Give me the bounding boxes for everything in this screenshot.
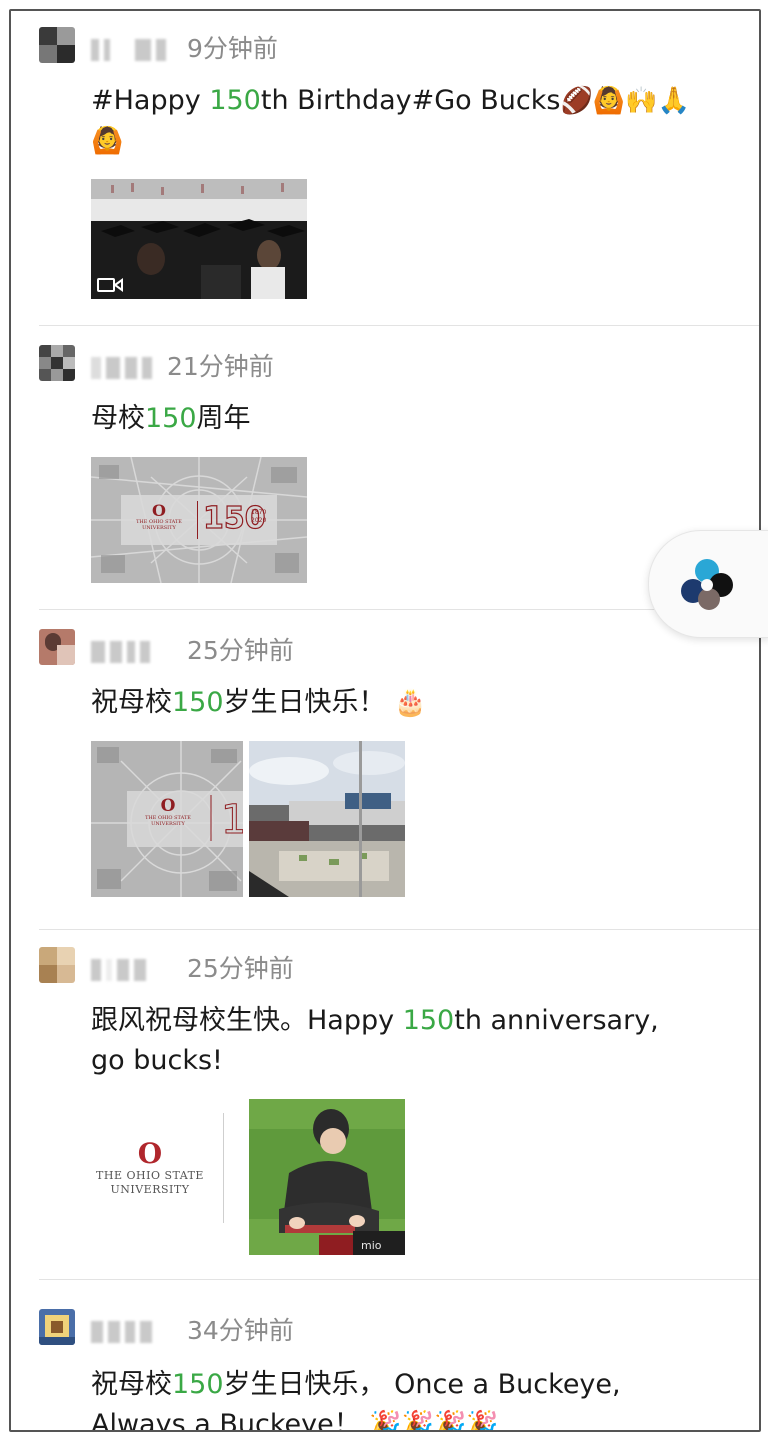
avatar[interactable]	[39, 1309, 75, 1345]
moments-feed: 9分钟前 #Happy 150th Birthday#Go Bucks🏈🙆🙌🙏 …	[9, 9, 761, 1432]
divider	[39, 929, 759, 930]
username-blurred[interactable]	[91, 637, 150, 667]
anniversary-image[interactable]: O THE OHIO STATE UNIVERSITY 150 1870 2020	[91, 457, 307, 583]
floating-assistant-icon	[681, 559, 733, 610]
svg-text:1: 1	[221, 797, 243, 843]
username-blurred[interactable]	[91, 955, 146, 985]
post-time: 9分钟前	[187, 34, 278, 63]
post-time: 21分钟前	[167, 352, 274, 381]
logo-divider	[197, 501, 198, 539]
feed-post: 34分钟前 祝母校150岁生日快乐， Once a Buckeye, Alway…	[11, 1309, 759, 1432]
party-popper-emojis: 🎉🎉🎉🎉	[369, 1410, 499, 1432]
video-camera-icon	[97, 278, 123, 292]
logo-divider	[223, 1113, 224, 1223]
divider	[39, 325, 759, 326]
username-blurred[interactable]	[91, 353, 152, 383]
feed-post: 25分钟前 跟风祝母校生快。Happy 150th anniversary, g…	[11, 947, 759, 1280]
osu-logo: O THE OHIO STATE UNIVERSITY	[96, 1137, 204, 1197]
emoji-sequence: 🏈🙆🙌🙏	[560, 86, 690, 116]
osu-logo: O THE OHIO STATE UNIVERSITY	[145, 796, 191, 827]
post-time: 25分钟前	[187, 954, 294, 983]
anniversary-years: 1870 2020	[251, 509, 267, 524]
anniversary-image[interactable]: 1 O THE OHIO STATE UNIVERSITY	[91, 741, 243, 897]
avatar[interactable]	[39, 629, 75, 665]
post-text: 母校150周年	[91, 403, 251, 434]
video-thumbnail[interactable]	[91, 179, 307, 299]
feed-post: 9分钟前 #Happy 150th Birthday#Go Bucks🏈🙆🙌🙏 …	[11, 27, 759, 327]
osu-logo-image[interactable]: O THE OHIO STATE UNIVERSITY	[91, 1099, 243, 1255]
post-time: 34分钟前	[187, 1316, 294, 1345]
post-time: 25分钟前	[187, 636, 294, 665]
feed-post: 21分钟前 母校150周年 O THE OHIO STATE UNIVERSIT…	[11, 345, 759, 635]
post-text: 祝母校150岁生日快乐， Once a Buckeye, Always a Bu…	[91, 1365, 731, 1432]
feed-post: 25分钟前 祝母校150岁生日快乐！ 🎂 1	[11, 629, 759, 930]
photo-text: mio	[361, 1239, 382, 1252]
divider	[39, 1279, 759, 1280]
username-blurred[interactable]	[91, 1317, 152, 1347]
stadium-photo[interactable]	[249, 741, 405, 897]
graduate-photo[interactable]: mio	[249, 1099, 405, 1255]
username-blurred[interactable]	[91, 35, 166, 65]
avatar[interactable]	[39, 27, 75, 63]
post-text: 跟风祝母校生快。Happy 150th anniversary, go buck…	[91, 1005, 659, 1076]
post-text: 祝母校150岁生日快乐！ 🎂	[91, 687, 427, 718]
post-text: #Happy 150th Birthday#Go Bucks🏈🙆🙌🙏 🙆	[91, 85, 690, 156]
avatar[interactable]	[39, 947, 75, 983]
emoji: 🙆	[91, 126, 124, 156]
cake-emoji: 🎂	[394, 688, 427, 718]
avatar[interactable]	[39, 345, 75, 381]
osu-logo: O THE OHIO STATE UNIVERSITY	[136, 501, 182, 532]
divider	[39, 609, 759, 610]
floating-assistant-button[interactable]	[648, 530, 768, 638]
